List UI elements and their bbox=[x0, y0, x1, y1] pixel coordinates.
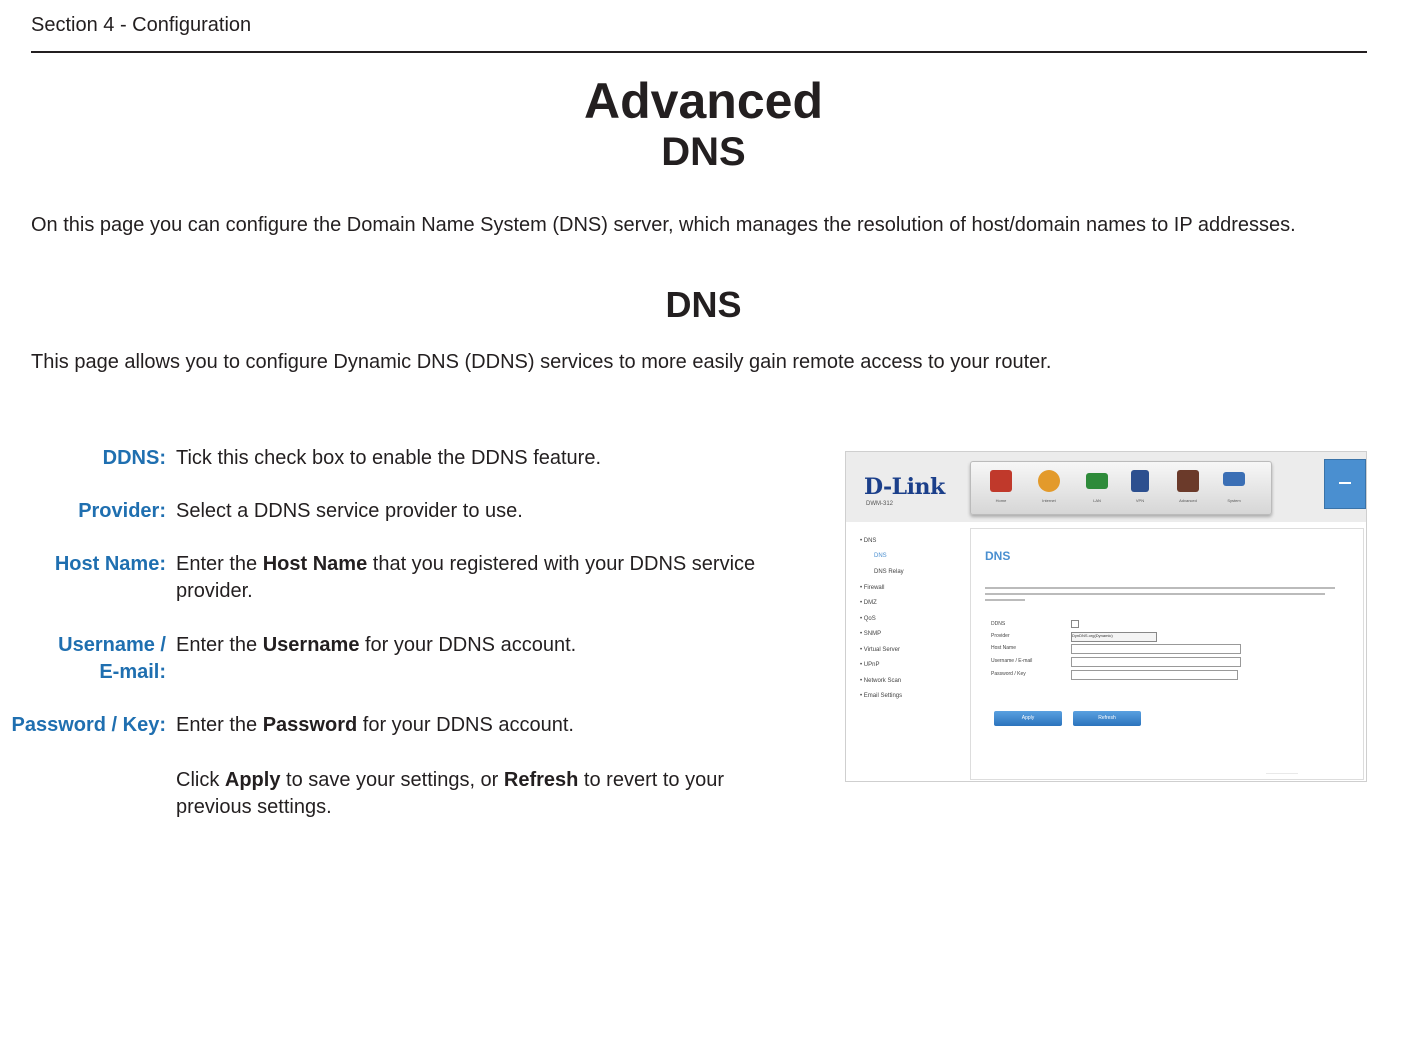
page-title: Advanced bbox=[584, 73, 823, 129]
side-item-upnp[interactable]: • UPnP bbox=[860, 662, 879, 668]
nav-label-vpn: VPN bbox=[1135, 498, 1145, 503]
def-host-name: Enter the Host Name that you registered … bbox=[176, 553, 756, 602]
term-host-name: Host Name: bbox=[54, 553, 166, 575]
router-content-panel: DNS DDNS Provider DynDNS.org(Dynamic) Ho… bbox=[970, 528, 1364, 780]
side-item-qos[interactable]: • QoS bbox=[860, 616, 876, 622]
term-username-line2: E-mail: bbox=[99, 661, 166, 683]
form-label-password: Password / Key bbox=[991, 671, 1026, 677]
content-title: DNS bbox=[985, 549, 1011, 563]
router-screenshot: D-Link DWM-312 Home Internet LAN VPN Adv… bbox=[845, 451, 1367, 782]
nav-label-advanced: Advanced bbox=[1179, 498, 1197, 503]
system-icon[interactable] bbox=[1223, 472, 1245, 486]
nav-label-internet: Internet bbox=[1042, 498, 1056, 503]
form-label-host: Host Name bbox=[991, 645, 1017, 651]
dns-description: This page allows you to configure Dynami… bbox=[31, 351, 1052, 373]
side-item-snmp[interactable]: • SNMP bbox=[860, 631, 881, 637]
side-item-dmz[interactable]: • DMZ bbox=[860, 600, 877, 606]
menu-button[interactable] bbox=[1324, 459, 1366, 509]
nav-label-lan: LAN bbox=[1093, 498, 1101, 503]
globe-icon[interactable] bbox=[1038, 470, 1060, 492]
dlink-logo: D-Link bbox=[864, 474, 945, 500]
lan-icon[interactable] bbox=[1086, 473, 1108, 489]
form-label-username: Username / E-mail bbox=[991, 658, 1033, 664]
router-navbar: Home Internet LAN VPN Advanced System bbox=[970, 461, 1272, 515]
def-username: Enter the Username for your DDNS account… bbox=[176, 634, 577, 656]
ddns-checkbox[interactable] bbox=[1071, 620, 1079, 628]
model-label: DWM-312 bbox=[866, 501, 894, 507]
nav-label-home: Home bbox=[995, 498, 1007, 503]
apply-button[interactable]: Apply bbox=[994, 711, 1062, 726]
advanced-icon[interactable] bbox=[1177, 470, 1199, 492]
term-username-line1: Username / bbox=[58, 634, 166, 656]
page-subtitle: DNS bbox=[661, 130, 746, 174]
dns-heading: DNS bbox=[665, 284, 742, 325]
section-header: Section 4 - Configuration bbox=[31, 14, 252, 36]
side-item-dns[interactable]: • DNS bbox=[860, 538, 876, 544]
password-input[interactable] bbox=[1071, 670, 1238, 680]
content-description-lines bbox=[985, 585, 1345, 605]
side-item-dns-sub[interactable]: DNS bbox=[874, 553, 887, 559]
form-label-ddns: DDNS bbox=[991, 621, 1006, 627]
home-icon[interactable] bbox=[990, 470, 1012, 492]
provider-select[interactable]: DynDNS.org(Dynamic) bbox=[1071, 632, 1157, 642]
host-name-input[interactable] bbox=[1071, 644, 1241, 654]
router-side-menu: • DNS DNS DNS Relay • Firewall • DMZ • Q… bbox=[860, 534, 960, 774]
intro-paragraph: On this page you can configure the Domai… bbox=[31, 214, 1296, 236]
def-password: Enter the Password for your DDNS account… bbox=[176, 714, 574, 736]
side-item-network-scan[interactable]: • Network Scan bbox=[860, 678, 901, 684]
lock-icon[interactable] bbox=[1131, 470, 1149, 492]
term-ddns: DDNS: bbox=[102, 447, 166, 469]
nav-label-system: System bbox=[1227, 498, 1241, 503]
def-ddns: Tick this check box to enable the DDNS f… bbox=[176, 447, 602, 469]
term-password: Password / Key: bbox=[11, 714, 166, 736]
def-provider: Select a DDNS service provider to use. bbox=[176, 500, 523, 522]
side-item-email-settings[interactable]: • Email Settings bbox=[860, 693, 902, 699]
form-label-provider: Provider bbox=[991, 633, 1010, 639]
side-item-dns-relay[interactable]: DNS Relay bbox=[874, 569, 904, 575]
side-item-firewall[interactable]: • Firewall bbox=[860, 585, 884, 591]
refresh-button[interactable]: Refresh bbox=[1073, 711, 1141, 726]
side-item-virtual-server[interactable]: • Virtual Server bbox=[860, 647, 900, 653]
copyright-note: ———————— bbox=[1266, 770, 1298, 775]
closing-note: Click Apply to save your settings, or Re… bbox=[176, 769, 724, 818]
header-rule bbox=[31, 51, 1367, 53]
term-provider: Provider: bbox=[78, 500, 166, 522]
username-input[interactable] bbox=[1071, 657, 1241, 667]
